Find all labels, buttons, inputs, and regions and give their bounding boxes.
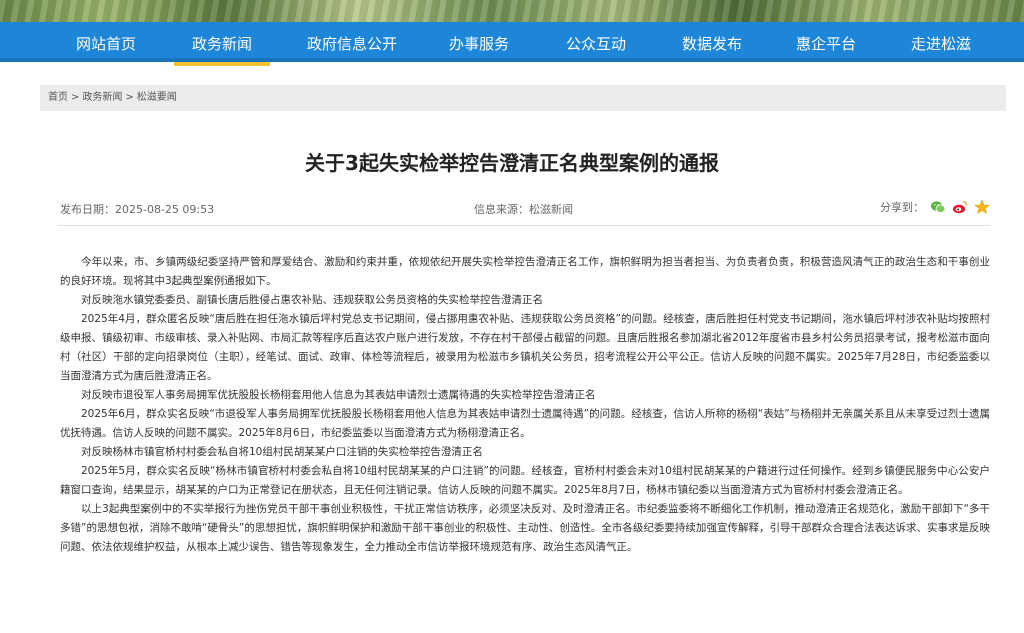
nav-item-about[interactable]: 走进松滋 <box>893 22 989 62</box>
meta-divider <box>58 225 990 226</box>
article-paragraph: 对反映沲水镇党委委员、副镇长唐后胜侵占惠农补贴、违规获取公务员资格的失实检举控告… <box>81 294 543 306</box>
article-paragraph: 2025年5月，群众实名反映“杨林市镇官桥村村委会私自将10组村民胡某某的户口注… <box>60 465 990 496</box>
nav-item-enterprise[interactable]: 惠企平台 <box>778 22 874 62</box>
weibo-icon[interactable] <box>952 199 968 215</box>
article-paragraph: 2025年4月，群众匿名反映“唐后胜在担任沲水镇后坪村党总支书记期间，侵占挪用惠… <box>60 313 990 382</box>
share-label: 分享到： <box>880 201 924 214</box>
nav-item-interaction[interactable]: 公众互动 <box>548 22 644 62</box>
breadcrumb-separator: > <box>125 92 134 103</box>
breadcrumb-current[interactable]: 松滋要闻 <box>137 92 177 103</box>
nav-item-data[interactable]: 数据发布 <box>664 22 760 62</box>
favorite-star-icon[interactable] <box>974 199 990 215</box>
wechat-icon[interactable] <box>930 199 946 215</box>
article-paragraph: 对反映市退役军人事务局拥军优抚股股长杨栩套用他人信息为其表姑申请烈士遗属待遇的失… <box>81 389 596 401</box>
share-bar: 分享到： <box>880 199 990 215</box>
breadcrumb-home[interactable]: 首页 <box>48 92 68 103</box>
article-paragraph: 2025年6月，群众实名反映“市退役军人事务局拥军优抚股股长杨栩套用他人信息为其… <box>60 408 990 439</box>
header-banner-image <box>0 0 1024 22</box>
nav-item-home[interactable]: 网站首页 <box>58 22 154 62</box>
nav-item-gov-info[interactable]: 政府信息公开 <box>290 22 414 62</box>
breadcrumb-news[interactable]: 政务新闻 <box>82 92 122 103</box>
article-body: 今年以来，市、乡镇两级纪委坚持严管和厚爱结合、激励和约束并重，依规依纪开展失实检… <box>60 253 990 557</box>
nav-item-services[interactable]: 办事服务 <box>434 22 524 62</box>
article-title: 关于3起失实检举控告澄清正名典型案例的通报 <box>305 151 719 175</box>
breadcrumb-separator: > <box>71 92 80 103</box>
nav-item-news[interactable]: 政务新闻 <box>174 22 270 66</box>
article-paragraph: 以上3起典型案例中的不实举报行为挫伤党员干部干事创业积极性，干扰正常信访秩序，必… <box>60 503 990 553</box>
main-nav: 网站首页 政务新闻 政府信息公开 办事服务 公众互动 数据发布 惠企平台 走进松… <box>0 22 1024 66</box>
article-paragraph: 今年以来，市、乡镇两级纪委坚持严管和厚爱结合、激励和约束并重，依规依纪开展失实检… <box>60 256 990 287</box>
publish-date: 发布日期：2025-08-25 09:53 <box>60 203 215 216</box>
info-source: 信息来源：松滋新闻 <box>474 203 573 216</box>
breadcrumb-bar: 首页 > 政务新闻 > 松滋要闻 <box>40 85 1006 111</box>
article-paragraph: 对反映杨林市镇官桥村村委会私自将10组村民胡某某户口注销的失实检举控告澄清正名 <box>81 446 483 458</box>
breadcrumb: 首页 > 政务新闻 > 松滋要闻 <box>48 85 177 111</box>
